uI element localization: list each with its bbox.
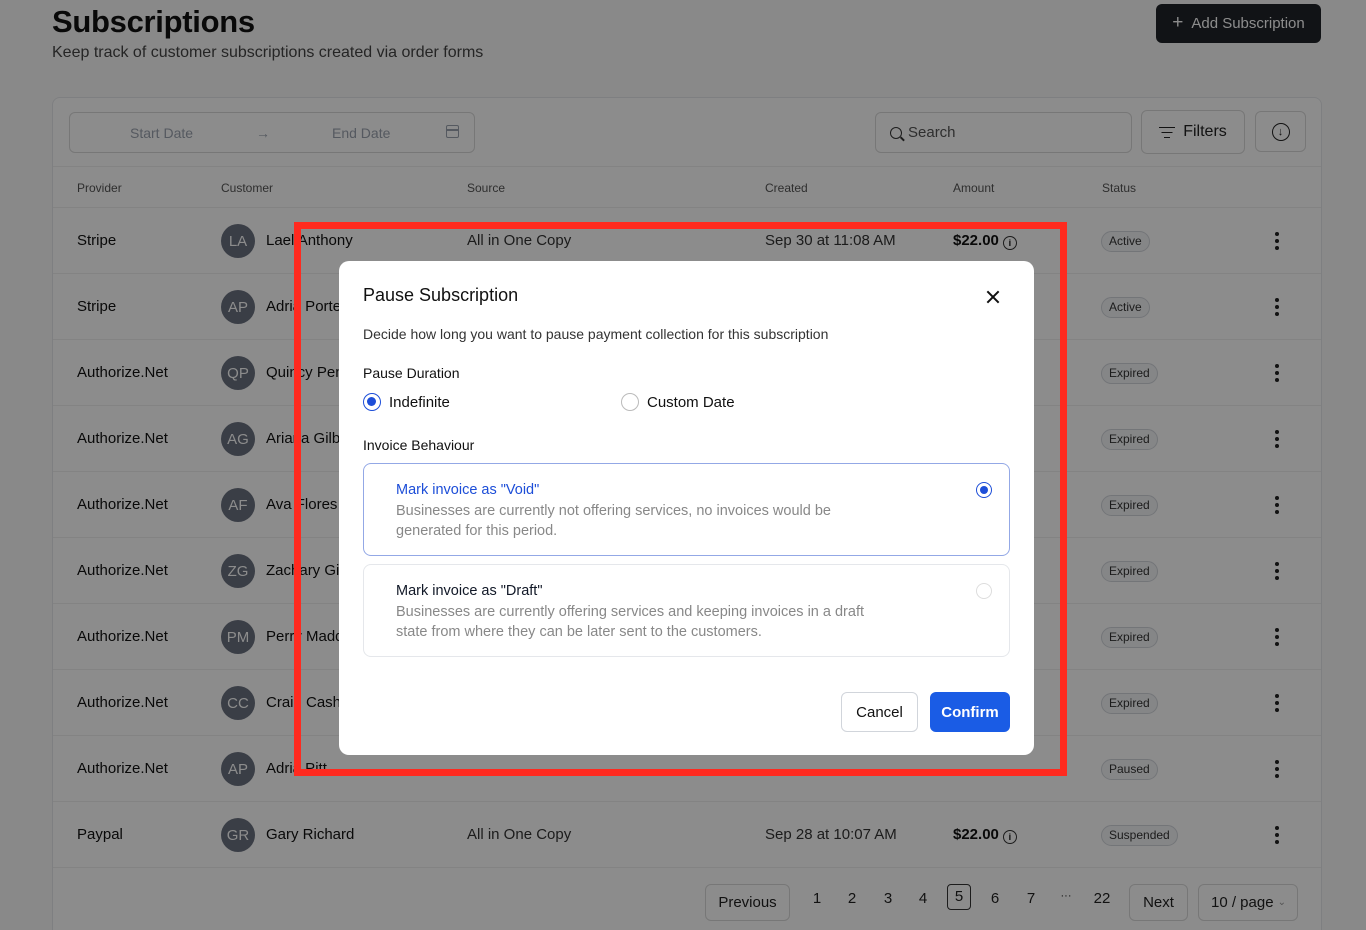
duration-option-custom-date[interactable]: Custom Date (621, 393, 735, 411)
cancel-button[interactable]: Cancel (841, 692, 918, 732)
close-icon[interactable] (984, 288, 1002, 306)
duration-option-indefinite[interactable]: Indefinite (363, 393, 450, 411)
invoice-option-title: Mark invoice as "Void" (396, 482, 540, 498)
confirm-button[interactable]: Confirm (930, 692, 1010, 732)
invoice-behaviour-label: Invoice Behaviour (363, 437, 475, 453)
pause-duration-label: Pause Duration (363, 365, 460, 381)
invoice-option-draft[interactable]: Mark invoice as "Draft" Businesses are c… (363, 564, 1010, 657)
modal-description: Decide how long you want to pause paymen… (363, 326, 829, 342)
invoice-option-description: Businesses are currently not offering se… (396, 503, 831, 539)
invoice-option-description: Businesses are currently offering servic… (396, 604, 865, 640)
radio-selected-icon[interactable] (363, 393, 381, 411)
invoice-option-void[interactable]: Mark invoice as "Void" Businesses are cu… (363, 463, 1010, 556)
radio-unselected-icon[interactable] (976, 583, 992, 599)
duration-option-label: Custom Date (647, 393, 735, 411)
pause-subscription-modal: Pause Subscription Decide how long you w… (339, 261, 1034, 755)
invoice-option-title: Mark invoice as "Draft" (396, 583, 543, 599)
modal-title: Pause Subscription (363, 285, 519, 305)
radio-selected-icon[interactable] (976, 482, 992, 498)
radio-unselected-icon[interactable] (621, 393, 639, 411)
duration-option-label: Indefinite (389, 393, 450, 411)
